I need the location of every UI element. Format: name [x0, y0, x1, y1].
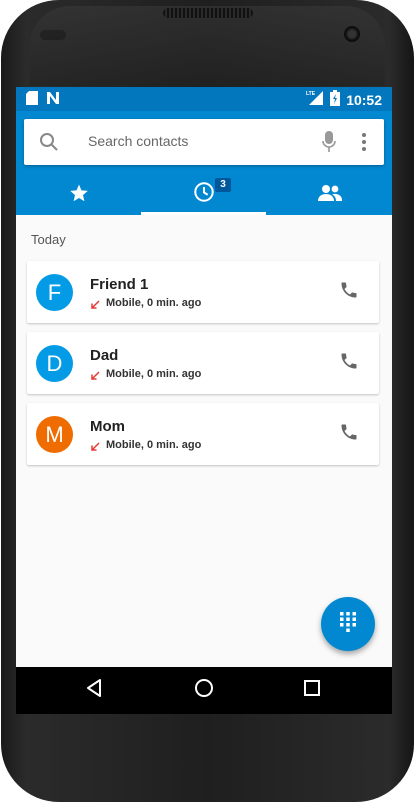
tab-favorites[interactable] — [16, 176, 141, 215]
earpiece-speaker — [163, 8, 253, 18]
section-header-today: Today — [31, 232, 66, 247]
people-icon — [317, 184, 342, 207]
tab-bar: 3 — [16, 176, 392, 215]
call-log-item[interactable]: F Friend 1 Mobile, 0 min. ago — [27, 261, 379, 323]
star-icon — [69, 183, 89, 208]
contact-avatar[interactable]: M — [36, 416, 73, 453]
phone-icon — [339, 422, 359, 447]
search-box[interactable] — [24, 119, 384, 165]
navigation-bar — [16, 667, 392, 714]
missed-call-icon — [90, 439, 100, 457]
tab-contacts[interactable] — [267, 176, 392, 215]
clock-time: 10:52 — [346, 91, 382, 108]
recents-count-badge: 3 — [215, 178, 231, 192]
call-log-item[interactable]: D Dad Mobile, 0 min. ago — [27, 332, 379, 394]
dialpad-icon — [339, 611, 357, 638]
back-icon — [86, 679, 102, 702]
call-log-item[interactable]: M Mom Mobile, 0 min. ago — [27, 403, 379, 465]
app-bar: 3 — [16, 111, 392, 215]
call-button[interactable] — [334, 419, 364, 449]
phone-top-bezel — [30, 6, 385, 86]
home-button[interactable] — [174, 667, 234, 714]
proximity-sensor — [40, 30, 66, 40]
microphone-icon[interactable] — [322, 131, 336, 158]
contact-avatar[interactable]: F — [36, 274, 73, 311]
home-icon — [194, 678, 214, 703]
phone-icon — [339, 351, 359, 376]
status-bar: LTE 10:52 — [16, 87, 392, 111]
call-button[interactable] — [334, 277, 364, 307]
contact-name: Mom — [90, 418, 125, 435]
back-button[interactable] — [64, 667, 124, 714]
call-details: Mobile, 0 min. ago — [106, 439, 202, 451]
missed-call-icon — [90, 368, 100, 386]
search-input[interactable] — [88, 131, 288, 151]
call-details: Mobile, 0 min. ago — [106, 297, 202, 309]
more-options-icon[interactable] — [361, 132, 367, 157]
contact-name: Dad — [90, 347, 119, 364]
contact-name: Friend 1 — [90, 276, 149, 293]
search-icon[interactable] — [39, 132, 59, 157]
n-notification-icon — [46, 91, 60, 110]
tab-recents[interactable]: 3 — [141, 176, 266, 215]
clock-icon — [193, 181, 215, 208]
svg-text:LTE: LTE — [306, 91, 316, 97]
dialpad-button[interactable] — [321, 597, 375, 651]
call-button[interactable] — [334, 348, 364, 378]
recents-icon — [304, 680, 320, 701]
missed-call-icon — [90, 297, 100, 315]
call-details: Mobile, 0 min. ago — [106, 368, 202, 380]
sd-card-icon — [26, 91, 38, 110]
contact-avatar[interactable]: D — [36, 345, 73, 382]
recent-apps-button[interactable] — [282, 667, 342, 714]
front-camera — [344, 26, 360, 42]
battery-icon — [330, 90, 341, 109]
phone-icon — [339, 280, 359, 305]
phone-screen: LTE 10:52 Search contacts 3 Today F Frie… — [16, 87, 392, 714]
lte-signal-icon: LTE — [306, 90, 324, 109]
phone-device: LTE 10:52 Search contacts 3 Today F Frie… — [0, 0, 415, 802]
